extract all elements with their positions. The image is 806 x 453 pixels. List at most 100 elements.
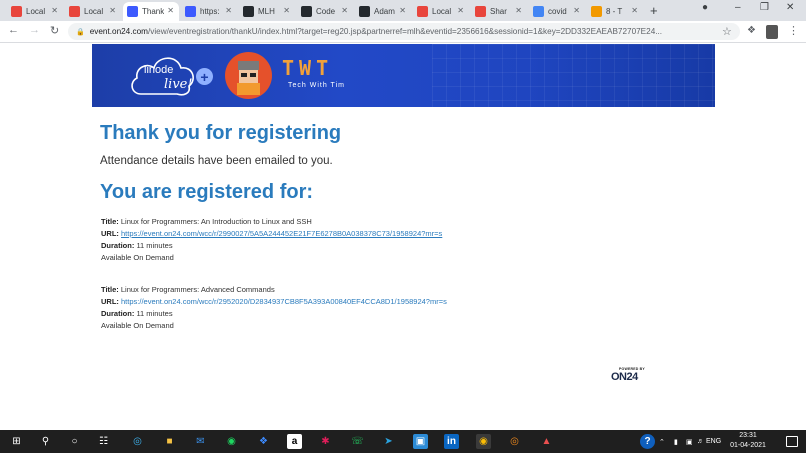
- cortana-icon[interactable]: ○: [67, 434, 82, 449]
- browser-tab[interactable]: Adam ✕: [355, 2, 411, 21]
- back-arrow-icon[interactable]: ←: [8, 24, 19, 36]
- telegram-icon[interactable]: ➤: [381, 434, 396, 449]
- task-view-icon[interactable]: ☷: [96, 434, 111, 449]
- browser-tab[interactable]: Shar ✕: [471, 2, 527, 21]
- tab-close-icon[interactable]: ✕: [51, 6, 58, 15]
- tab-label: 8 - T: [606, 7, 623, 16]
- title-label: Title:: [101, 217, 119, 226]
- page-content: linode live! + TWT Tech With Tim Thank y…: [0, 44, 806, 430]
- minimize-icon[interactable]: –: [735, 2, 741, 13]
- event-duration: 11 minutes: [136, 241, 173, 250]
- kebab-menu-icon[interactable]: ⋮: [788, 24, 799, 37]
- google-icon: [533, 6, 544, 17]
- event-duration-row: Duration: 11 minutes: [101, 308, 447, 320]
- amazon-icon[interactable]: a: [287, 434, 302, 449]
- browser-tab[interactable]: Local ✕: [7, 2, 63, 21]
- whatsapp-icon[interactable]: ☏: [350, 434, 365, 449]
- browser-tab-strip: Local ✕ Local ✕ Thank ✕ https: ✕ MLH ✕ Code ✕ Adam ✕ L…: [0, 0, 806, 21]
- chrome-icon[interactable]: ◉: [476, 434, 491, 449]
- paint-icon[interactable]: ▲: [539, 434, 554, 449]
- url-label: URL:: [101, 229, 119, 238]
- banner-grid-pattern: [432, 44, 715, 107]
- browser-tab[interactable]: MLH ✕: [239, 2, 295, 21]
- linode-text: linode: [144, 64, 174, 76]
- volume-icon[interactable]: ♬: [697, 438, 704, 445]
- duration-label: Duration:: [101, 309, 135, 318]
- windows-taskbar: ⊞ ⚲ ○ ☷ ◎ ■ ✉ ◉ ❖ a ✱ ☏ ➤ ▣ in ◉ ◎ ▲ ? ⌃…: [0, 430, 806, 453]
- url-label: URL:: [101, 297, 119, 306]
- event-url-row: URL: https://event.on24.com/wcc/r/295202…: [101, 296, 447, 308]
- tab-close-icon[interactable]: ✕: [167, 6, 174, 15]
- reload-icon[interactable]: ↻: [50, 24, 59, 37]
- event-availability: Available On Demand: [101, 321, 174, 330]
- browser-tab[interactable]: Code ✕: [297, 2, 353, 21]
- browser-tab[interactable]: 8 - T ✕: [587, 2, 643, 21]
- tab-label: Local: [84, 7, 104, 16]
- search-icon[interactable]: ⚲: [38, 434, 53, 449]
- mail-icon[interactable]: ✉: [193, 434, 208, 449]
- address-bar[interactable]: 🔒 event.on24.com/view/eventregistration/…: [68, 23, 740, 40]
- tab-label: Shar: [490, 7, 507, 16]
- twt-title: TWT: [282, 56, 334, 80]
- tab-close-icon[interactable]: ✕: [457, 6, 464, 15]
- tab-close-icon[interactable]: ✕: [109, 6, 116, 15]
- live-text: live!: [164, 77, 193, 92]
- close-window-icon[interactable]: ✕: [786, 2, 794, 13]
- on24-tab-icon: [127, 6, 138, 17]
- on24-logo[interactable]: POWERED BY ON24: [611, 367, 647, 385]
- browser-tab[interactable]: https: ✕: [181, 2, 237, 21]
- slack-icon[interactable]: ✱: [318, 434, 333, 449]
- event-url-link[interactable]: https://event.on24.com/wcc/r/2990027/5A5…: [121, 229, 442, 238]
- notifications-icon[interactable]: [786, 436, 798, 447]
- tab-search-icon[interactable]: ●: [702, 2, 708, 13]
- tab-label: Code: [316, 7, 336, 16]
- tab-close-icon[interactable]: ✕: [341, 6, 348, 15]
- edge-icon[interactable]: ◎: [130, 434, 145, 449]
- extensions-puzzle-icon[interactable]: ❖: [747, 25, 756, 36]
- browser-tab[interactable]: Thank ✕: [123, 2, 179, 21]
- windows-start-icon[interactable]: ⊞: [9, 434, 24, 449]
- twt-subtitle: Tech With Tim: [288, 82, 345, 89]
- language-indicator[interactable]: ENG: [706, 438, 721, 445]
- event-duration-row: Duration: 11 minutes: [101, 240, 442, 252]
- tab-close-icon[interactable]: ✕: [631, 6, 638, 15]
- new-tab-button[interactable]: +: [650, 3, 658, 18]
- help-icon[interactable]: ?: [640, 434, 655, 449]
- network-icon[interactable]: ▣: [686, 438, 693, 446]
- tab-close-icon[interactable]: ✕: [283, 6, 290, 15]
- event-item: Title: Linux for Programmers: An Introdu…: [101, 216, 442, 264]
- system-clock[interactable]: 23:31 01-04-2021: [728, 431, 768, 451]
- event-title: Linux for Programmers: Advanced Commands: [120, 285, 275, 294]
- event-duration: 11 minutes: [136, 309, 173, 318]
- tab-label: Adam: [374, 7, 395, 16]
- linkedin-icon[interactable]: in: [444, 434, 459, 449]
- twt-avatar-logo: [225, 52, 272, 99]
- browser-tab[interactable]: Local ✕: [413, 2, 469, 21]
- github-icon: [301, 6, 312, 17]
- profile-avatar[interactable]: [766, 25, 778, 39]
- local-tab-icon: [11, 6, 22, 17]
- event-url-link[interactable]: https://event.on24.com/wcc/r/2952020/D28…: [121, 297, 447, 306]
- event-url-row: URL: https://event.on24.com/wcc/r/299002…: [101, 228, 442, 240]
- browser-tab[interactable]: covid ✕: [529, 2, 585, 21]
- tab-label: covid: [548, 7, 567, 16]
- forward-arrow-icon[interactable]: →: [29, 24, 40, 36]
- bookmark-star-icon[interactable]: ☆: [722, 25, 732, 38]
- jupyter-icon[interactable]: ◎: [507, 434, 522, 449]
- twt-character-icon: [237, 61, 260, 95]
- tab-close-icon[interactable]: ✕: [399, 6, 406, 15]
- tray-chevron-icon[interactable]: ⌃: [659, 438, 665, 446]
- spotify-icon[interactable]: ◉: [224, 434, 239, 449]
- tab-close-icon[interactable]: ✕: [515, 6, 522, 15]
- screenshot-app-icon[interactable]: ▣: [413, 434, 428, 449]
- browser-tab[interactable]: Local ✕: [65, 2, 121, 21]
- tab-close-icon[interactable]: ✕: [573, 6, 580, 15]
- tab-label: https:: [200, 7, 220, 16]
- event-item: Title: Linux for Programmers: Advanced C…: [101, 284, 447, 332]
- tab-label: MLH: [258, 7, 275, 16]
- file-explorer-icon[interactable]: ■: [162, 434, 177, 449]
- dropbox-icon[interactable]: ❖: [256, 434, 271, 449]
- tab-close-icon[interactable]: ✕: [225, 6, 232, 15]
- restore-icon[interactable]: ❐: [760, 2, 769, 13]
- plus-badge: +: [196, 68, 213, 85]
